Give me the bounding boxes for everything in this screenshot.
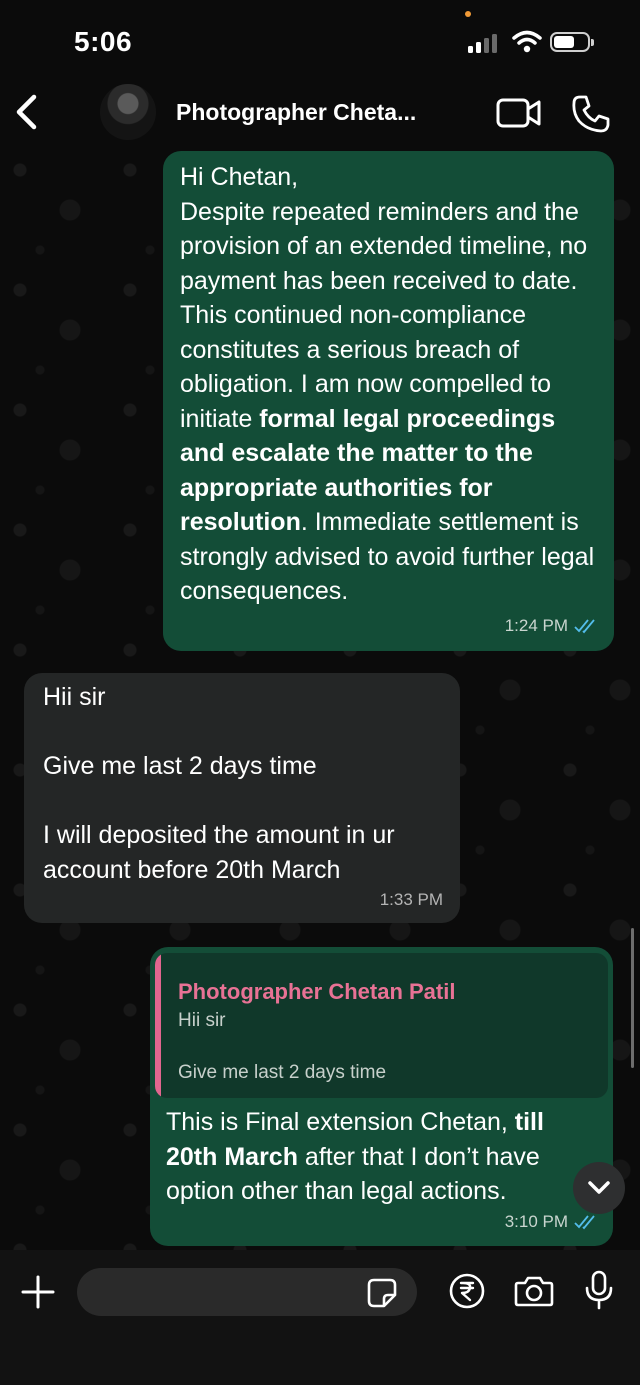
camera-icon[interactable] [514, 1274, 554, 1308]
message-input[interactable] [95, 1268, 359, 1318]
scroll-indicator[interactable] [631, 928, 634, 1068]
microphone-icon[interactable] [583, 1270, 615, 1312]
quoted-text: Hii sir Give me last 2 days time [178, 1010, 387, 1083]
sticker-icon[interactable] [367, 1278, 397, 1308]
rupee-payment-icon[interactable] [449, 1273, 485, 1309]
contact-name[interactable]: Photographer Cheta... [176, 99, 416, 126]
privacy-indicator-dot [465, 11, 471, 17]
message-bubble-incoming[interactable]: Hii sir Give me last 2 days time I will … [24, 673, 460, 923]
message-bubble-outgoing-reply[interactable]: Photographer Chetan Patil Hii sir Give m… [150, 947, 613, 1246]
message-time: 1:24 PM [504, 615, 568, 635]
quoted-message[interactable]: Photographer Chetan Patil Hii sir Give m… [155, 953, 608, 1098]
message-text: Hii sir Give me last 2 days time I will … [43, 683, 395, 884]
battery-icon [550, 32, 594, 52]
wifi-icon [512, 30, 542, 53]
scroll-to-bottom-button[interactable] [573, 1162, 625, 1214]
message-bubble-outgoing[interactable]: Hi Chetan, Despite repeated reminders an… [163, 151, 614, 651]
message-text: This is Final extension Chetan, till 20t… [166, 1108, 551, 1205]
message-time: 3:10 PM [504, 1211, 568, 1231]
chevron-down-icon [588, 1181, 610, 1194]
plus-icon[interactable] [20, 1274, 56, 1310]
cellular-signal-icon [468, 33, 500, 53]
message-text: Hi Chetan, Despite repeated reminders an… [180, 163, 602, 605]
quoted-author: Photographer Chetan Patil [178, 979, 456, 1004]
bold-text: formal legal proceedings and escalate th… [180, 404, 563, 537]
back-arrow-icon[interactable] [14, 94, 40, 130]
message-meta: 1:24 PM [505, 609, 598, 644]
status-time: 5:06 [74, 26, 133, 57]
voice-call-icon[interactable] [571, 94, 611, 134]
bold-text: till 20th March [166, 1108, 551, 1171]
chat-header: Photographer Cheta... [0, 80, 640, 150]
message-input-container[interactable] [77, 1268, 417, 1318]
double-check-read-icon [574, 619, 595, 634]
message-meta: 1:33 PM [380, 883, 443, 918]
video-call-icon[interactable] [496, 97, 542, 129]
message-composer [0, 1250, 640, 1385]
message-time: 1:33 PM [379, 889, 443, 909]
contact-avatar[interactable] [100, 84, 156, 140]
quote-accent-bar [155, 953, 161, 1098]
double-check-read-icon [574, 1215, 595, 1230]
status-bar: 5:06 [0, 0, 640, 80]
